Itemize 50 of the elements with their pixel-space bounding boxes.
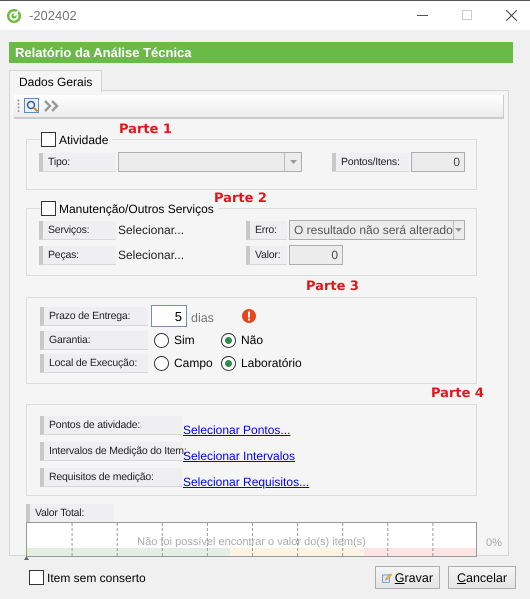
checkbox-label: Item sem conserto <box>47 570 146 584</box>
radio-label: Não <box>241 333 264 347</box>
field-label: Tipo: <box>39 152 116 172</box>
form-header: Relatório da Análise Técnica <box>9 42 513 63</box>
checkbox[interactable] <box>41 132 56 147</box>
gauge-reading: 0% <box>486 537 502 549</box>
unit-label: dias <box>191 310 215 324</box>
field-label: Pontos de atividade: <box>40 416 182 435</box>
radio-label: Sim <box>174 333 195 347</box>
field-label: Erro: <box>246 220 287 240</box>
field-label: Valor: <box>246 246 287 264</box>
field-label: Pontos/Itens: <box>332 152 409 172</box>
section-marker: Parte 2 <box>214 192 267 206</box>
section-marker: Parte 3 <box>306 280 359 294</box>
field-label: Requisitos de medição: <box>40 468 182 487</box>
app-logo-icon <box>7 8 21 22</box>
field-label: Prazo de Entrega: <box>40 306 148 326</box>
close-icon[interactable] <box>506 10 517 21</box>
cancel-button[interactable]: Cancelar <box>448 566 516 589</box>
checkbox-label: Manutenção/Outros Serviços <box>59 202 214 216</box>
caret-icon <box>455 228 462 232</box>
caret-icon <box>290 160 296 164</box>
select-link[interactable]: Selecionar... <box>118 223 246 237</box>
radio-button[interactable] <box>221 332 236 348</box>
tab[interactable]: Dados Gerais <box>9 70 102 92</box>
radio-label: Campo <box>174 356 213 370</box>
window-title: -202402 <box>29 8 78 23</box>
preview-icon[interactable] <box>24 98 40 114</box>
save-button[interactable]: Gravar <box>375 566 440 589</box>
radio-button[interactable] <box>154 332 169 348</box>
checkbox-label: Atividade <box>59 132 108 146</box>
section-marker: Parte 4 <box>431 387 484 401</box>
number-field[interactable]: 5 <box>151 305 187 327</box>
double-chevron-icon[interactable] <box>44 100 60 112</box>
radio-label: Laboratório <box>241 356 302 370</box>
grip-icon <box>17 99 20 113</box>
select-link[interactable]: Selecionar... <box>118 248 246 262</box>
field-label: Peças: <box>39 246 116 264</box>
field-label: Serviços: <box>39 220 116 240</box>
field-label: Garantia: <box>40 330 148 350</box>
field-label: Valor Total: <box>26 504 114 522</box>
section-marker: Parte 1 <box>119 123 172 137</box>
checkbox[interactable] <box>29 570 44 585</box>
select-link[interactable]: Selecionar Requisitos... <box>183 475 310 489</box>
radio-button[interactable] <box>221 356 236 370</box>
field-label: Local de Execução: <box>40 354 148 372</box>
radio-button[interactable] <box>154 356 169 370</box>
select-link[interactable]: Selecionar Pontos... <box>183 423 290 437</box>
gauge-message: Não foi possível encontrar o valor do(s) item(s) <box>136 536 367 548</box>
checkbox[interactable] <box>41 201 56 216</box>
